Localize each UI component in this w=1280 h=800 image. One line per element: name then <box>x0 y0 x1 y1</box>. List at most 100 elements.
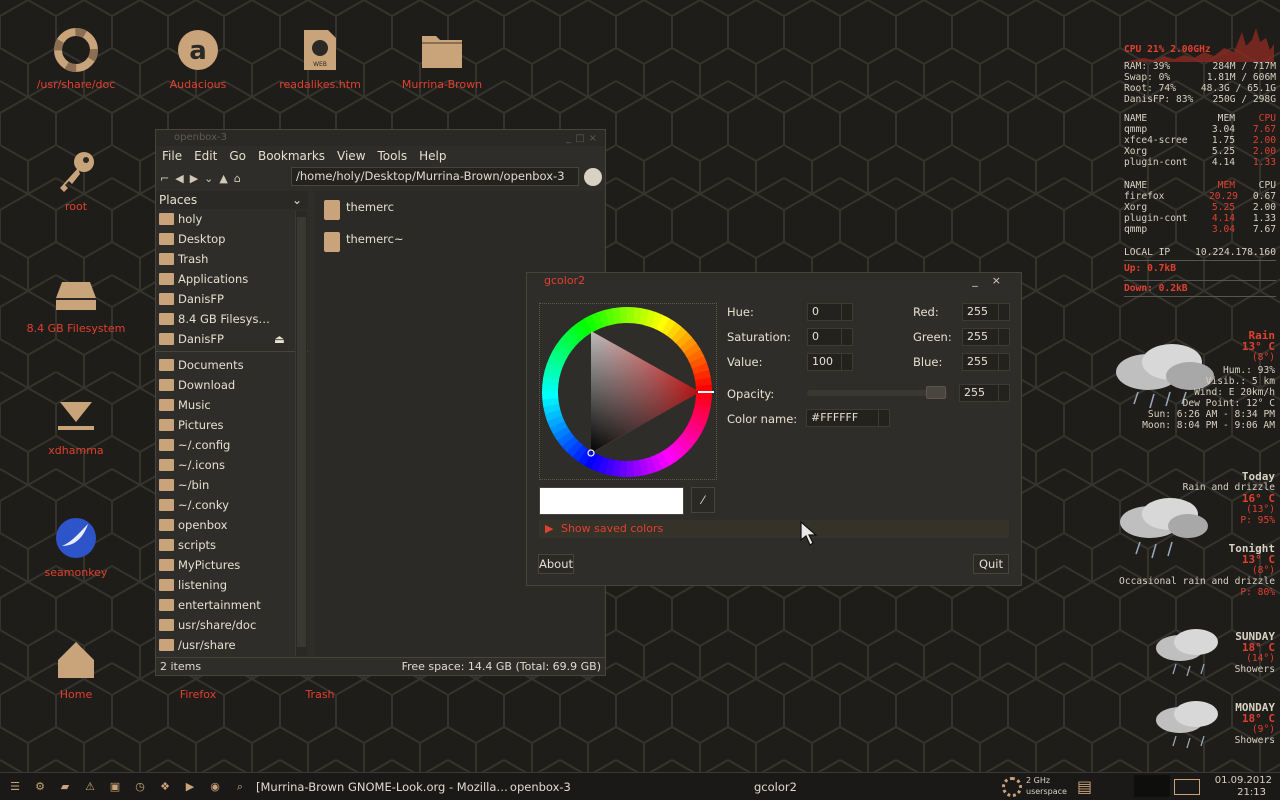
bookmark-item[interactable]: openbox <box>156 515 308 535</box>
task-gcolor2[interactable]: gcolor2 <box>754 780 797 794</box>
desktop-icon-label: xdhamma <box>48 444 104 457</box>
bookmark-item[interactable]: entertainment <box>156 595 308 615</box>
warning-icon[interactable]: ⚠ <box>80 777 100 797</box>
cpufreq-icon[interactable] <box>1002 777 1022 797</box>
red-spinner[interactable]: 255 <box>962 303 1010 321</box>
desktop-icon-home[interactable]: Home <box>21 636 131 701</box>
play-icon[interactable]: ▶ <box>180 777 200 797</box>
home-icon[interactable]: ⌂ <box>234 172 241 185</box>
menu-help[interactable]: Help <box>419 146 446 166</box>
place-item[interactable]: DanisFP <box>156 289 308 309</box>
about-button[interactable]: About <box>538 554 574 574</box>
settings-gear-icon[interactable]: ⚙ <box>30 777 50 797</box>
bookmark-item[interactable]: ~/bin <box>156 475 308 495</box>
proc-name: Xorg <box>1124 146 1148 157</box>
col-name: NAME <box>1124 113 1148 124</box>
clock-icon[interactable]: ◷ <box>130 777 150 797</box>
bookmark-item[interactable]: /usr/share <box>156 635 308 655</box>
process-row: qmmp 3.04 7.67 <box>1124 124 1276 135</box>
opacity-slider-handle[interactable] <box>926 386 946 399</box>
camera-icon[interactable]: ◉ <box>205 777 225 797</box>
up-icon[interactable]: ▲ <box>219 172 227 185</box>
color-wheel[interactable] <box>539 303 717 480</box>
file-manager-icon[interactable]: ▰ <box>55 777 75 797</box>
path-toggle-icon[interactable]: ⌐ <box>160 172 169 185</box>
desktop-icon-seamonkey[interactable]: seamonkey <box>21 514 131 579</box>
window-titlebar[interactable]: openbox-3 _□× <box>156 130 605 146</box>
bookmark-item[interactable]: ~/.icons <box>156 455 308 475</box>
place-item[interactable]: DanisFP ⏏ <box>156 329 308 349</box>
address-bar[interactable]: /home/holy/Desktop/Murrina-Brown/openbox… <box>291 167 579 186</box>
color-name-input[interactable]: #FFFFFF <box>806 409 890 427</box>
hue-spinner[interactable]: 0 <box>807 303 853 321</box>
go-icon[interactable] <box>584 168 602 186</box>
desktop-icon-audacious[interactable]: a Audacious <box>143 26 253 91</box>
eject-icon[interactable]: ⏏ <box>274 329 285 349</box>
bookmark-item[interactable]: Pictures <box>156 415 308 435</box>
history-dropdown-icon[interactable]: ⌄ <box>204 172 213 185</box>
clipboard-icon[interactable]: ▤ <box>1077 777 1092 796</box>
place-item[interactable]: Desktop <box>156 229 308 249</box>
task-openbox[interactable]: openbox-3 <box>510 780 571 794</box>
dropbox-icon[interactable]: ❖ <box>155 777 175 797</box>
blue-spinner[interactable]: 255 <box>962 353 1010 371</box>
place-item[interactable]: holy <box>156 209 308 229</box>
value-spinner[interactable]: 100 <box>807 353 853 371</box>
quit-button[interactable]: Quit <box>973 554 1009 574</box>
bookmark-item[interactable]: ~/.config <box>156 435 308 455</box>
stat-value: 1.81M / 606M <box>1206 72 1276 83</box>
saturation-spinner[interactable]: 0 <box>807 328 853 346</box>
scrollbar-thumb[interactable] <box>297 217 306 647</box>
system-monitor-icon[interactable]: ▣ <box>105 777 125 797</box>
desktop-icon-readalikes[interactable]: WEB readalikes.htm <box>265 26 375 91</box>
desktop-icon-filesystem[interactable]: 8.4 GB Filesystem <box>21 270 131 335</box>
task-firefox[interactable]: [Murrina-Brown GNOME-Look.org - Mozilla… <box>256 780 508 794</box>
menu-icon[interactable]: ☰ <box>5 777 25 797</box>
forward-icon[interactable]: ▶ <box>190 172 198 185</box>
saved-colors-expander[interactable]: ▶ Show saved colors <box>539 520 1009 538</box>
desktop-icon-root[interactable]: root <box>21 148 131 213</box>
stat-value: 48.3G / 65.1G <box>1200 83 1276 94</box>
file-item[interactable]: themerc~ <box>314 225 604 257</box>
menu-view[interactable]: View <box>337 146 365 166</box>
col-cpu: CPU <box>1258 113 1276 124</box>
bookmark-item[interactable]: Documents <box>156 355 308 375</box>
workspace-switcher[interactable] <box>1134 775 1170 797</box>
download-speed: Down: 0.2kB <box>1124 283 1188 294</box>
bookmark-item[interactable]: listening <box>156 575 308 595</box>
menu-edit[interactable]: Edit <box>194 146 217 166</box>
bookmark-item[interactable]: Music <box>156 395 308 415</box>
proc-cpu: 7.67 <box>1252 124 1276 135</box>
window-controls[interactable]: _× <box>972 273 1015 289</box>
sidebar-scrollbar[interactable] <box>295 211 307 656</box>
menu-bookmarks[interactable]: Bookmarks <box>258 146 325 166</box>
bookmark-item[interactable]: Download <box>156 375 308 395</box>
place-item[interactable]: Applications <box>156 269 308 289</box>
desktop-icon-usr-share-doc[interactable]: /usr/share/doc <box>21 26 131 91</box>
eyedropper-button[interactable]: ⁄ <box>691 487 715 513</box>
place-item[interactable]: 8.4 GB Filesys… <box>156 309 308 329</box>
proc-cpu: 2.00 <box>1252 202 1276 213</box>
green-spinner[interactable]: 255 <box>962 328 1010 346</box>
search-icon[interactable]: ⌕ <box>230 777 250 797</box>
svg-text:WEB: WEB <box>313 61 327 68</box>
bookmark-item[interactable]: scripts <box>156 535 308 555</box>
bookmark-item[interactable]: ~/.conky <box>156 495 308 515</box>
show-desktop-icon[interactable] <box>1174 779 1200 795</box>
bookmark-item[interactable]: usr/share/doc <box>156 615 308 635</box>
file-item[interactable]: themerc <box>314 193 604 225</box>
menu-tools[interactable]: Tools <box>378 146 408 166</box>
desktop-icon-murrina-brown[interactable]: Murrina-Brown <box>387 26 497 91</box>
menu-go[interactable]: Go <box>229 146 246 166</box>
window-controls[interactable]: _□× <box>566 131 601 147</box>
desktop-icon-xdhamma[interactable]: xdhamma <box>21 392 131 457</box>
item-count: 2 items <box>160 660 202 673</box>
place-item[interactable]: Trash <box>156 249 308 269</box>
back-icon[interactable]: ◀ <box>175 172 183 185</box>
window-titlebar[interactable]: gcolor2 _× <box>527 273 1021 289</box>
bookmark-item[interactable]: MyPictures <box>156 555 308 575</box>
menu-file[interactable]: File <box>162 146 182 166</box>
opacity-spinner[interactable]: 255 <box>959 384 1010 402</box>
places-selector[interactable]: Places ⌄ <box>156 191 308 209</box>
audacious-icon: a <box>174 26 222 74</box>
